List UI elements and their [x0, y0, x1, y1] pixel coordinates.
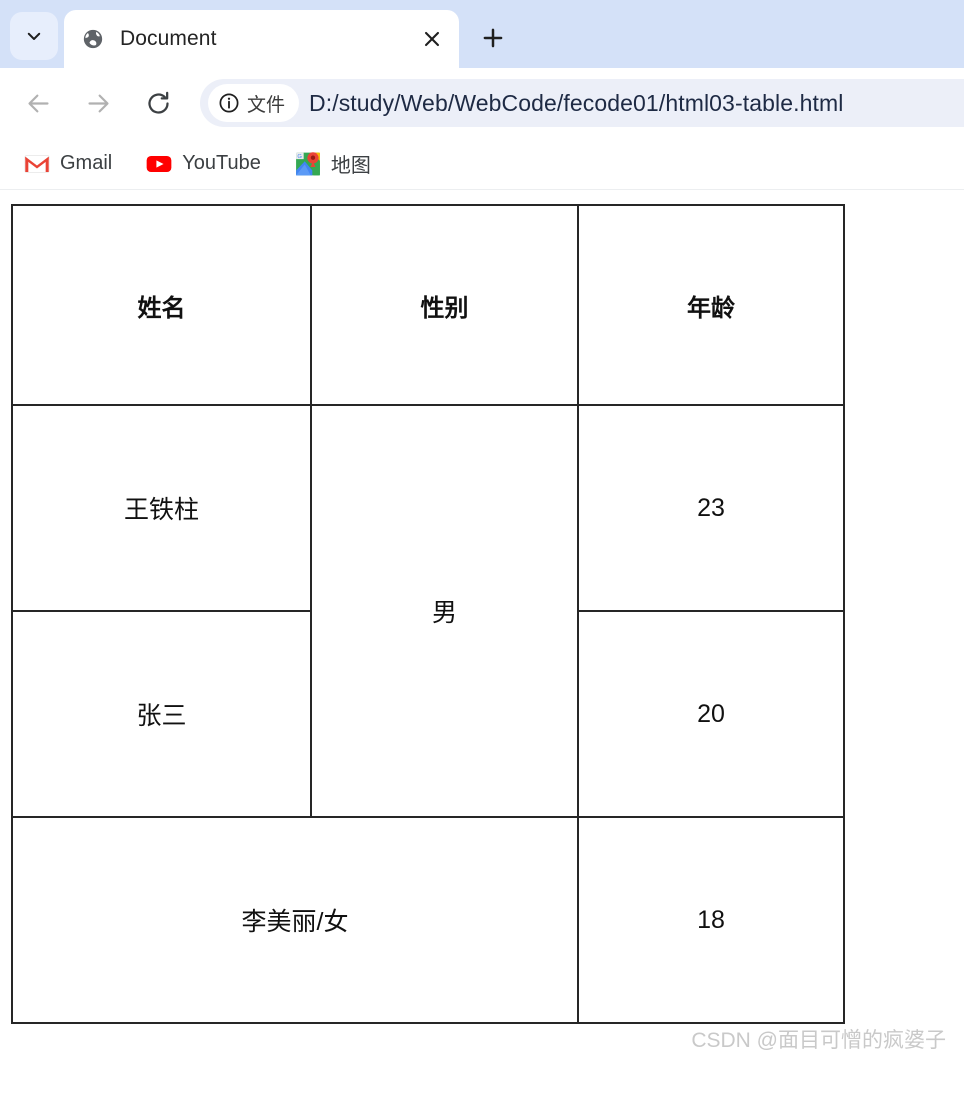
bookmarks-bar: Gmail YouTube G 地图 — [0, 138, 964, 190]
cell-name: 张三 — [11, 610, 312, 818]
table-header-age: 年龄 — [577, 204, 845, 406]
gmail-icon — [24, 154, 50, 173]
chevron-down-icon — [27, 32, 41, 40]
watermark: CSDN @面目可憎的疯婆子 — [691, 1029, 946, 1052]
tab-search-button[interactable] — [10, 12, 58, 60]
table-header-row: 姓名 性别 年龄 — [11, 204, 845, 406]
browser-tab-document[interactable]: Document — [64, 10, 459, 68]
cell-age: 18 — [577, 816, 845, 1024]
reload-icon — [147, 91, 169, 114]
close-tab-icon[interactable] — [419, 26, 445, 52]
tab-strip: Document — [0, 0, 964, 68]
bookmark-gmail[interactable]: Gmail — [14, 145, 122, 183]
table-row: 王铁柱 男 23 — [11, 404, 845, 818]
browser-chrome: Document 文件 D:/study/Web/WebCode/fecode0… — [0, 0, 964, 190]
table-header-gender: 性别 — [310, 204, 579, 406]
cell-name-gender: 李美丽/女 — [11, 816, 579, 1024]
bookmark-youtube[interactable]: YouTube — [136, 145, 271, 183]
browser-toolbar: 文件 D:/study/Web/WebCode/fecode01/html03-… — [0, 68, 964, 138]
info-circle-icon — [219, 93, 239, 113]
bookmark-label: 地图 — [330, 155, 371, 177]
svg-text:G: G — [297, 154, 302, 160]
forward-button[interactable] — [78, 83, 118, 123]
bookmark-label: YouTube — [182, 152, 261, 174]
cell-gender: 男 — [310, 404, 579, 818]
arrow-right-icon — [87, 94, 109, 112]
table-header-name: 姓名 — [11, 204, 312, 406]
close-icon — [424, 31, 440, 47]
file-chip-label: 文件 — [247, 94, 286, 116]
cell-age: 20 — [577, 610, 845, 818]
cell-age: 23 — [577, 404, 845, 612]
file-scheme-chip[interactable]: 文件 — [208, 84, 300, 122]
plus-icon — [483, 28, 503, 48]
bookmark-label: Gmail — [60, 152, 113, 174]
student-table: 姓名 性别 年龄 王铁柱 男 23 张三 20 李美丽/女 18 — [11, 204, 845, 1024]
tab-title: Document — [120, 27, 217, 50]
youtube-icon — [146, 155, 172, 172]
address-bar[interactable]: 文件 D:/study/Web/WebCode/fecode01/html03-… — [200, 79, 964, 127]
back-button[interactable] — [18, 83, 58, 123]
globe-icon — [83, 29, 103, 49]
table-row: 李美丽/女 18 — [11, 816, 845, 1024]
new-tab-button[interactable] — [473, 18, 513, 58]
arrow-left-icon — [27, 94, 49, 112]
page-content: 姓名 性别 年龄 王铁柱 男 23 张三 20 李美丽/女 18 CSDN @面… — [0, 190, 964, 1064]
reload-button[interactable] — [138, 83, 178, 123]
google-maps-icon: G — [295, 151, 320, 175]
cell-name: 王铁柱 — [11, 404, 312, 612]
url-text: D:/study/Web/WebCode/fecode01/html03-tab… — [309, 89, 844, 116]
bookmark-maps[interactable]: G 地图 — [285, 145, 381, 183]
